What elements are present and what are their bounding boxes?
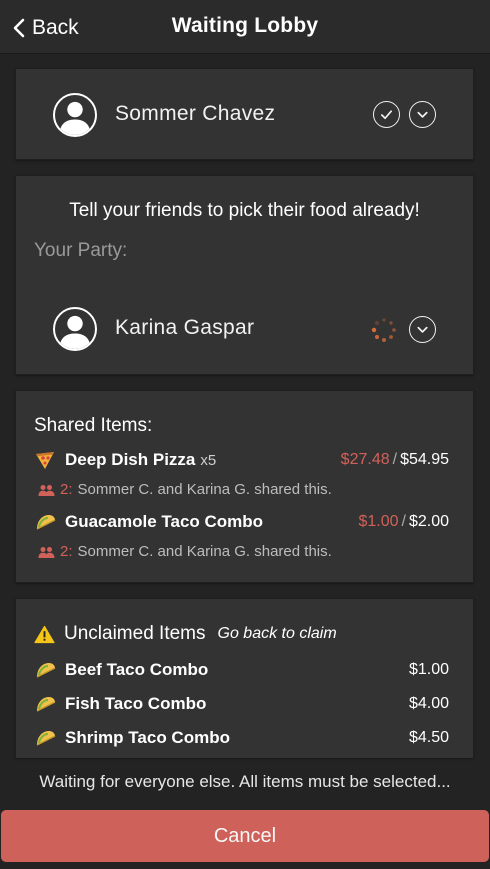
unclaimed-header: Unclaimed Items Go back to claim — [34, 623, 337, 645]
total-price: $2.00 — [408, 513, 449, 530]
unclaimed-item-price: $1.00 — [408, 661, 449, 678]
share-count: 2: — [60, 481, 73, 498]
go-back-hint[interactable]: Go back to claim — [218, 625, 337, 643]
party-prompt: Tell your friends to pick their food alr… — [69, 200, 420, 221]
unclaimed-items-card: Unclaimed Items Go back to claim Beef Ta… — [15, 598, 474, 758]
price-separator: / — [401, 513, 406, 530]
price-separator: / — [392, 451, 398, 468]
share-text: Sommer C. and Karina G. shared this. — [77, 543, 332, 560]
taco-icon — [36, 663, 56, 678]
host-name: Sommer Chavez — [115, 102, 276, 125]
chevron-down-icon[interactable] — [409, 316, 436, 343]
shared-item-price: $27.48/$54.95 — [341, 451, 449, 469]
taco-icon — [36, 515, 56, 530]
shared-item-name: Deep Dish Pizza — [65, 450, 196, 469]
top-bar: Back Waiting Lobby — [0, 0, 490, 54]
total-price: $54.95 — [400, 451, 449, 468]
page-title: Waiting Lobby — [171, 14, 319, 37]
unclaimed-item-row[interactable]: Beef Taco Combo $1.00 — [34, 658, 449, 682]
party-card: Tell your friends to pick their food alr… — [15, 175, 474, 375]
unclaimed-item-price: $4.00 — [408, 695, 449, 712]
pizza-icon — [36, 452, 54, 469]
my-share-price: $1.00 — [358, 513, 399, 530]
loading-spinner-icon — [371, 318, 396, 342]
avatar — [53, 307, 97, 351]
host-card: Sommer Chavez — [15, 68, 474, 160]
waiting-status-text: Waiting for everyone else. All items mus… — [39, 772, 451, 791]
shared-item-name: Guacamole Taco Combo — [65, 512, 264, 531]
shared-item-price: $1.00/$2.00 — [358, 513, 449, 531]
avatar — [53, 93, 97, 137]
unclaimed-item-row[interactable]: Fish Taco Combo $4.00 — [34, 692, 449, 716]
unclaimed-title: Unclaimed Items — [64, 623, 206, 644]
unclaimed-item-row[interactable]: Shrimp Taco Combo $4.50 — [34, 726, 449, 750]
chevron-down-icon[interactable] — [409, 101, 436, 128]
user-silhouette-icon — [59, 101, 91, 135]
share-count: 2: — [60, 543, 73, 560]
shared-item-qty: x5 — [200, 451, 217, 469]
unclaimed-item-name: Fish Taco Combo — [65, 694, 207, 713]
shared-by-line: 2: Sommer C. and Karina G. shared this. — [38, 481, 332, 498]
shared-items-title: Shared Items: — [34, 415, 153, 436]
users-icon — [38, 484, 55, 496]
party-label: Your Party: — [34, 240, 128, 261]
cancel-button[interactable]: Cancel — [1, 810, 489, 862]
taco-icon — [36, 731, 56, 746]
taco-icon — [36, 697, 56, 712]
shared-item-row[interactable]: Deep Dish Pizza x5 $27.48/$54.95 — [34, 448, 449, 472]
shared-by-line: 2: Sommer C. and Karina G. shared this. — [38, 543, 332, 560]
share-text: Sommer C. and Karina G. shared this. — [77, 481, 332, 498]
shared-item-row[interactable]: Guacamole Taco Combo $1.00/$2.00 — [34, 510, 449, 534]
my-share-price: $27.48 — [340, 451, 390, 468]
check-circle-icon[interactable] — [373, 101, 400, 128]
unclaimed-item-price: $4.50 — [408, 729, 449, 746]
unclaimed-item-name: Beef Taco Combo — [65, 660, 209, 679]
shared-items-card: Shared Items: Deep Dish Pizza x5 $27.48/… — [15, 390, 474, 583]
party-member-name: Karina Gaspar — [115, 316, 255, 339]
user-silhouette-icon — [59, 315, 91, 349]
warning-icon — [34, 625, 55, 643]
users-icon — [38, 546, 55, 558]
unclaimed-item-name: Shrimp Taco Combo — [65, 728, 230, 747]
